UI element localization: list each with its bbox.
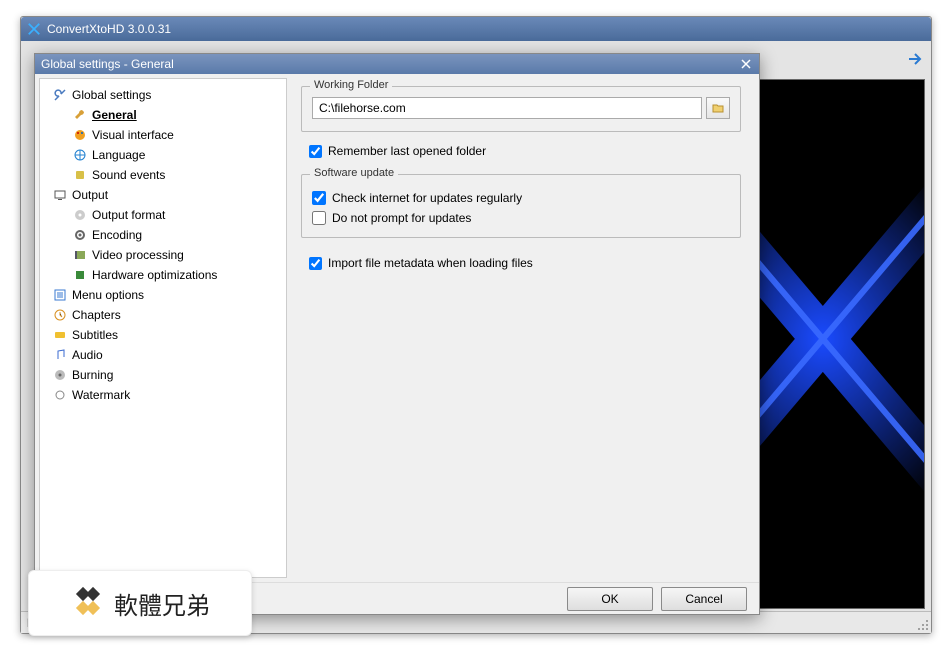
tree-item-menu-options[interactable]: Menu options	[40, 285, 286, 305]
tree-item-hardware[interactable]: Hardware optimizations	[40, 265, 286, 285]
tree-item-chapters[interactable]: Chapters	[40, 305, 286, 325]
watermark-icon	[52, 387, 68, 403]
settings-dialog: Global settings - General Global setting…	[34, 53, 760, 615]
burn-icon	[52, 367, 68, 383]
film-icon	[72, 247, 88, 263]
remember-folder-label: Remember last opened folder	[328, 144, 486, 158]
tree-label: Language	[92, 148, 145, 162]
tree-label: Watermark	[72, 388, 130, 402]
no-prompt-checkbox[interactable]	[312, 211, 326, 225]
tree-item-language[interactable]: Language	[40, 145, 286, 165]
tree-label: Audio	[72, 348, 103, 362]
tree-item-sound[interactable]: Sound events	[40, 165, 286, 185]
monitor-icon	[52, 187, 68, 203]
check-updates-row: Check internet for updates regularly	[312, 191, 730, 205]
dialog-titlebar[interactable]: Global settings - General	[35, 54, 759, 74]
tree-item-video-processing[interactable]: Video processing	[40, 245, 286, 265]
tree-label: Output format	[92, 208, 165, 222]
window-title: ConvertXtoHD 3.0.0.31	[47, 22, 171, 36]
tree-item-burning[interactable]: Burning	[40, 365, 286, 385]
import-metadata-row: Import file metadata when loading files	[309, 256, 741, 270]
subtitle-icon	[52, 327, 68, 343]
cancel-button[interactable]: Cancel	[661, 587, 747, 611]
tree-label: Encoding	[92, 228, 142, 242]
globe-icon	[72, 147, 88, 163]
tree-label: Global settings	[72, 88, 151, 102]
remember-folder-row: Remember last opened folder	[309, 144, 741, 158]
working-folder-group: Working Folder	[301, 86, 741, 132]
browse-button[interactable]	[706, 97, 730, 119]
forward-arrow-icon[interactable]	[905, 49, 925, 69]
tree-label: Subtitles	[72, 328, 118, 342]
main-titlebar[interactable]: ConvertXtoHD 3.0.0.31	[21, 17, 931, 41]
brand-logo-icon	[70, 585, 106, 621]
tree-label: Chapters	[72, 308, 121, 322]
gear-icon	[72, 227, 88, 243]
group-legend: Working Folder	[310, 79, 392, 91]
chip-icon	[72, 267, 88, 283]
tree-label: General	[92, 108, 137, 122]
settings-content: Working Folder Remember last opened fold…	[287, 74, 759, 582]
check-updates-checkbox[interactable]	[312, 191, 326, 205]
close-icon[interactable]	[739, 57, 753, 71]
tree-label: Sound events	[92, 168, 165, 182]
tree-label: Menu options	[72, 288, 144, 302]
tree-item-audio[interactable]: Audio	[40, 345, 286, 365]
brand-text: 軟體兄弟	[114, 586, 210, 621]
menu-icon	[52, 287, 68, 303]
no-prompt-label: Do not prompt for updates	[332, 211, 471, 225]
import-metadata-label: Import file metadata when loading files	[328, 256, 533, 270]
clock-icon	[52, 307, 68, 323]
tree-label: Hardware optimizations	[92, 268, 217, 282]
settings-tree: Global settings General Visual interface…	[39, 78, 287, 578]
tree-item-encoding[interactable]: Encoding	[40, 225, 286, 245]
dialog-title: Global settings - General	[41, 57, 174, 71]
resize-grip-icon[interactable]	[915, 617, 929, 631]
tools-icon	[52, 87, 68, 103]
dialog-body: Global settings General Visual interface…	[35, 74, 759, 582]
tree-item-watermark[interactable]: Watermark	[40, 385, 286, 405]
palette-icon	[72, 127, 88, 143]
video-preview	[741, 79, 925, 609]
ok-button[interactable]: OK	[567, 587, 653, 611]
note-icon	[52, 347, 68, 363]
tree-label: Video processing	[92, 248, 184, 262]
disc-icon	[72, 207, 88, 223]
tree-label: Burning	[72, 368, 113, 382]
tree-root-global[interactable]: Global settings	[40, 85, 286, 105]
tree-root-output[interactable]: Output	[40, 185, 286, 205]
no-prompt-row: Do not prompt for updates	[312, 211, 730, 225]
tree-item-subtitles[interactable]: Subtitles	[40, 325, 286, 345]
tree-label: Output	[72, 188, 108, 202]
brand-overlay: 軟體兄弟	[28, 570, 252, 636]
tree-item-visual[interactable]: Visual interface	[40, 125, 286, 145]
software-update-group: Software update Check internet for updat…	[301, 174, 741, 238]
tree-item-general[interactable]: General	[40, 105, 286, 125]
wrench-icon	[72, 107, 88, 123]
tree-item-output-format[interactable]: Output format	[40, 205, 286, 225]
import-metadata-checkbox[interactable]	[309, 257, 322, 270]
app-icon	[27, 22, 41, 36]
working-folder-input[interactable]	[312, 97, 702, 119]
tree-label: Visual interface	[92, 128, 174, 142]
check-updates-label: Check internet for updates regularly	[332, 191, 522, 205]
remember-folder-checkbox[interactable]	[309, 145, 322, 158]
folder-open-icon	[711, 101, 725, 115]
group-legend: Software update	[310, 167, 398, 179]
sound-icon	[72, 167, 88, 183]
